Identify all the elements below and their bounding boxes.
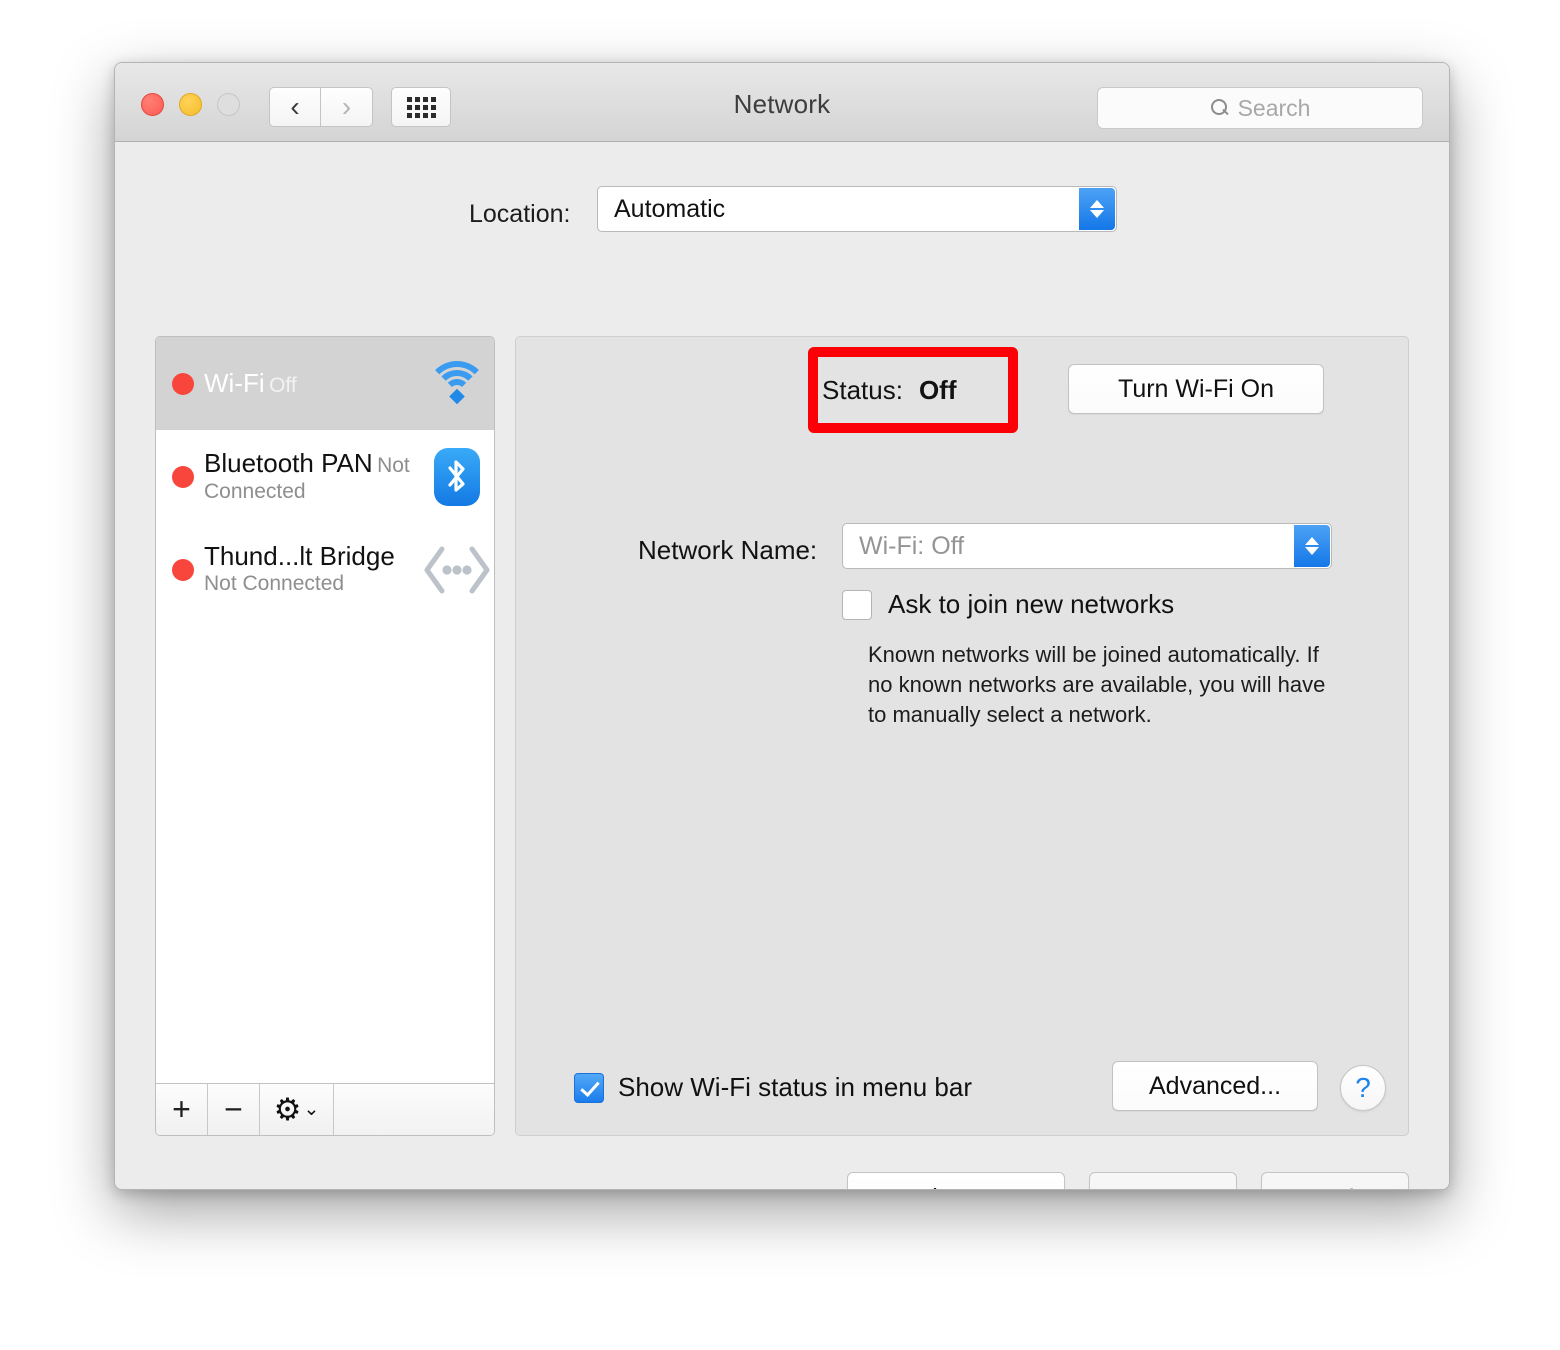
location-select[interactable]: Automatic [597, 186, 1117, 232]
revert-button: Revert [1089, 1172, 1237, 1190]
revert-label: Revert [1125, 1183, 1202, 1190]
status-dot-icon [172, 465, 194, 488]
network-preferences-window: ‹ › Network Search Location: Automatic W… [114, 62, 1450, 1190]
bluetooth-icon [420, 447, 494, 506]
window-content: Location: Automatic Wi-Fi Off Bluetooth … [115, 142, 1449, 1189]
location-selected-value: Automatic [614, 194, 726, 223]
chevron-down-icon: ⌄ [303, 1099, 320, 1120]
question-mark-icon: ? [1355, 1072, 1371, 1103]
status-label: Status: [822, 375, 903, 405]
ask-to-join-label: Ask to join new networks [888, 589, 1175, 619]
add-service-button[interactable]: + [156, 1084, 208, 1135]
search-icon [1210, 98, 1230, 118]
toolbar-filler [334, 1084, 494, 1135]
show-wifi-status-row[interactable]: Show Wi-Fi status in menu bar [574, 1072, 972, 1103]
help-button[interactable]: ? [1340, 1065, 1386, 1111]
ask-to-join-row[interactable]: Ask to join new networks [842, 589, 1174, 620]
assist-me-button[interactable]: Assist me... [847, 1172, 1065, 1190]
service-item-thunderbolt-bridge[interactable]: Thund...lt Bridge Not Connected [156, 523, 494, 616]
service-name: Thund...lt Bridge [204, 541, 395, 572]
status-dot-icon [172, 558, 194, 581]
location-label: Location: [469, 200, 571, 228]
service-list-panel: Wi-Fi Off Bluetooth PAN Not Connected Th… [155, 336, 495, 1136]
network-name-label: Network Name: [638, 535, 818, 565]
apply-button: Apply [1261, 1172, 1409, 1190]
known-networks-description: Known networks will be joined automatica… [868, 642, 1326, 727]
window-titlebar: ‹ › Network Search [115, 63, 1449, 142]
status-row: Status: Off [822, 375, 956, 406]
show-wifi-status-label: Show Wi-Fi status in menu bar [618, 1072, 973, 1102]
show-wifi-status-checkbox[interactable] [574, 1072, 604, 1103]
service-item-wifi[interactable]: Wi-Fi Off [156, 337, 494, 430]
status-value: Off [918, 375, 957, 405]
service-state: Not Connected [204, 572, 345, 596]
status-dot-icon [172, 372, 194, 395]
service-list: Wi-Fi Off Bluetooth PAN Not Connected Th… [156, 337, 494, 1083]
thunderbolt-bridge-icon [420, 543, 494, 597]
network-name-value: Wi-Fi: Off [859, 531, 965, 560]
service-name: Bluetooth PAN [204, 448, 373, 479]
wifi-detail-panel: Status: Off Turn Wi-Fi On Network Name: W… [515, 336, 1409, 1136]
footer-buttons: Assist me... Revert Apply [847, 1172, 1409, 1190]
apply-label: Apply [1302, 1183, 1367, 1190]
gear-icon: ⚙ [273, 1092, 302, 1127]
network-name-select[interactable]: Wi-Fi: Off [842, 523, 1332, 569]
wifi-icon [420, 360, 494, 407]
advanced-button[interactable]: Advanced... [1112, 1061, 1318, 1111]
advanced-label: Advanced... [1148, 1071, 1282, 1100]
search-placeholder: Search [1237, 94, 1311, 121]
network-name-stepper-icon[interactable] [1294, 525, 1330, 567]
assist-me-label: Assist me... [889, 1183, 1023, 1190]
service-item-bluetooth-pan[interactable]: Bluetooth PAN Not Connected [156, 430, 494, 523]
service-state: Off [269, 373, 297, 397]
ask-to-join-checkbox[interactable] [842, 589, 872, 620]
service-actions-menu-button[interactable]: ⚙ ⌄ [260, 1084, 334, 1135]
plus-icon: + [172, 1091, 191, 1127]
service-name: Wi-Fi [204, 367, 265, 398]
turn-wifi-on-button[interactable]: Turn Wi-Fi On [1068, 364, 1324, 414]
search-input[interactable]: Search [1097, 87, 1423, 129]
turn-wifi-on-label: Turn Wi-Fi On [1117, 374, 1275, 403]
minus-icon: − [224, 1091, 243, 1127]
service-list-toolbar: + − ⚙ ⌄ [156, 1083, 494, 1135]
remove-service-button[interactable]: − [208, 1084, 260, 1135]
location-stepper-icon[interactable] [1079, 188, 1115, 230]
